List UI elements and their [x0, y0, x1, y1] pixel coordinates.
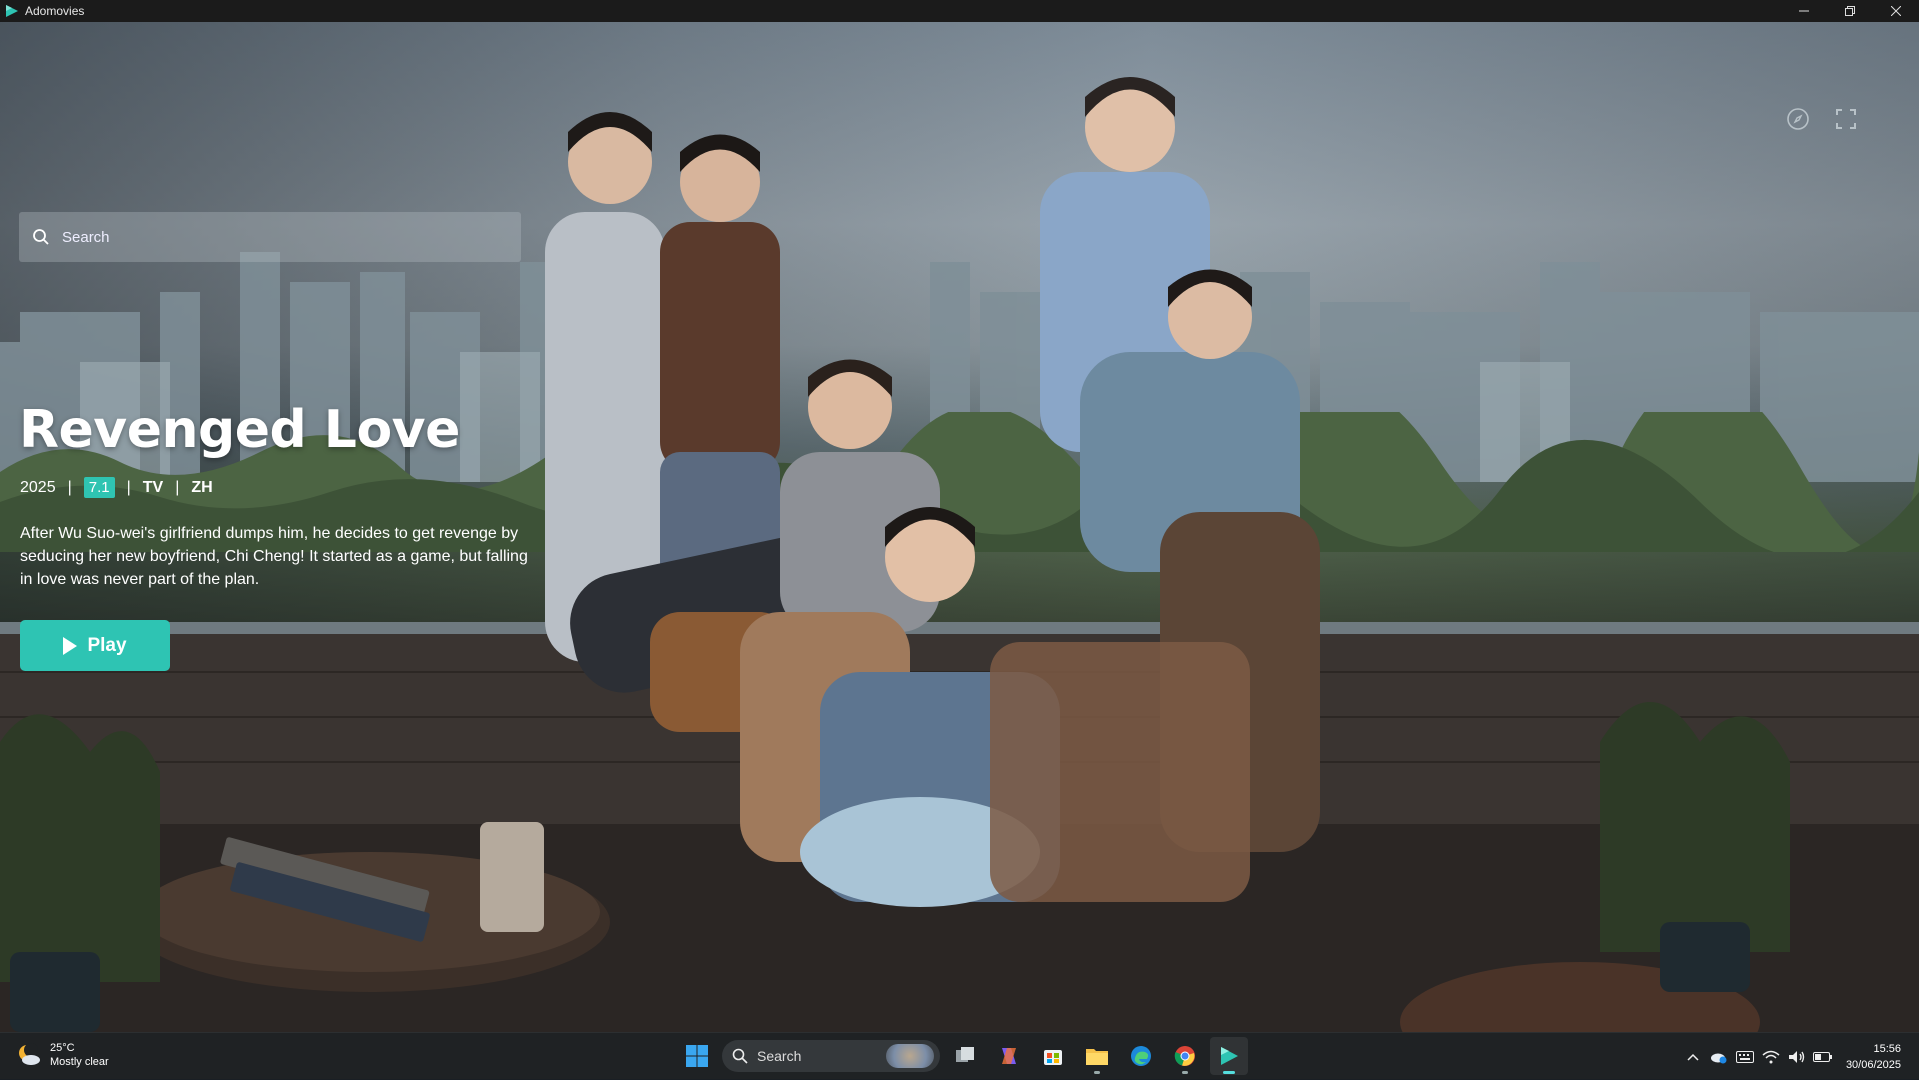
windows-start-icon	[686, 1045, 708, 1067]
cast-photo-illustration	[545, 77, 1320, 907]
task-view-icon	[956, 1047, 974, 1062]
onedrive-button[interactable]	[1706, 1044, 1732, 1070]
window-title: Adomovies	[25, 4, 85, 18]
play-triangle-icon	[6, 5, 18, 17]
copilot-button[interactable]	[990, 1037, 1028, 1075]
adomovies-icon	[1221, 1047, 1238, 1065]
keyboard-icon	[1735, 1050, 1754, 1063]
restore-icon	[1845, 6, 1855, 16]
store-button[interactable]	[1034, 1037, 1072, 1075]
wifi-button[interactable]	[1758, 1044, 1784, 1070]
fullscreen-icon	[1836, 109, 1856, 129]
weather-temp: 25°C	[50, 1042, 75, 1054]
start-button[interactable]	[678, 1037, 716, 1075]
taskbar-search[interactable]: Search	[722, 1040, 940, 1072]
volume-icon	[1788, 1050, 1805, 1063]
play-button[interactable]: Play	[20, 620, 170, 671]
close-icon	[1891, 6, 1901, 16]
search-bar[interactable]	[19, 212, 521, 262]
search-highlight-image	[886, 1044, 934, 1068]
restore-button[interactable]	[1827, 0, 1873, 22]
moon-cloud-icon	[19, 1043, 40, 1065]
featured-description: After Wu Suo-wei's girlfriend dumps him,…	[20, 525, 528, 588]
play-label: Play	[87, 634, 127, 656]
featured-type: TV	[142, 478, 164, 496]
keyboard-button[interactable]	[1732, 1044, 1758, 1070]
hero-banner: Revenged Love 2025 | 7.1 | TV | ZH After…	[0, 22, 1919, 1032]
weather-widget[interactable]: 25°C Mostly clear	[16, 1041, 109, 1069]
clock-time: 15:56	[1873, 1042, 1901, 1055]
window-titlebar: Adomovies	[0, 0, 1919, 22]
meta-separator: |	[126, 478, 131, 496]
close-button[interactable]	[1873, 0, 1919, 22]
microsoft-store-icon	[1044, 1050, 1062, 1065]
search-icon	[732, 1048, 748, 1064]
taskbar-clock[interactable]: 15:56 30/06/2025	[1846, 1041, 1901, 1073]
battery-icon	[1812, 1051, 1832, 1062]
search-input[interactable]	[62, 228, 482, 246]
play-icon	[63, 636, 78, 655]
featured-year: 2025	[20, 478, 56, 496]
meta-separator: |	[67, 478, 72, 496]
featured-meta: 2025 | 7.1 | TV | ZH	[20, 477, 213, 498]
adomovies-taskbar-button[interactable]	[1210, 1037, 1248, 1075]
taskbar-search-label: Search	[757, 1048, 802, 1064]
featured-title: Revenged Love	[19, 400, 460, 460]
minimize-button[interactable]	[1781, 0, 1827, 22]
weather-condition: Mostly clear	[50, 1056, 109, 1068]
volume-button[interactable]	[1784, 1044, 1810, 1070]
fullscreen-button[interactable]	[1833, 106, 1859, 132]
explore-button[interactable]	[1785, 106, 1811, 132]
task-view-button[interactable]	[946, 1037, 984, 1075]
battery-button[interactable]	[1810, 1044, 1836, 1070]
featured-language: ZH	[191, 478, 213, 496]
chrome-button[interactable]	[1166, 1037, 1204, 1075]
clock-date: 30/06/2025	[1845, 1058, 1901, 1071]
chevron-up-icon	[1687, 1053, 1699, 1061]
search-icon	[33, 229, 49, 245]
rating-badge: 7.1	[83, 477, 115, 498]
file-explorer-button[interactable]	[1078, 1037, 1116, 1075]
chrome-icon	[1174, 1046, 1195, 1066]
meta-separator: |	[175, 478, 180, 496]
compass-icon	[1787, 108, 1809, 130]
show-hidden-icons-button[interactable]	[1680, 1044, 1706, 1070]
windows-taskbar: 25°C Mostly clear Search 15:56 30/06/202…	[0, 1032, 1919, 1079]
file-explorer-icon	[1086, 1049, 1108, 1065]
edge-button[interactable]	[1122, 1037, 1160, 1075]
minimize-icon	[1799, 10, 1809, 12]
wifi-icon	[1762, 1050, 1780, 1063]
copilot-icon	[1002, 1048, 1016, 1064]
onedrive-icon	[1710, 1053, 1727, 1063]
edge-icon	[1131, 1046, 1151, 1066]
